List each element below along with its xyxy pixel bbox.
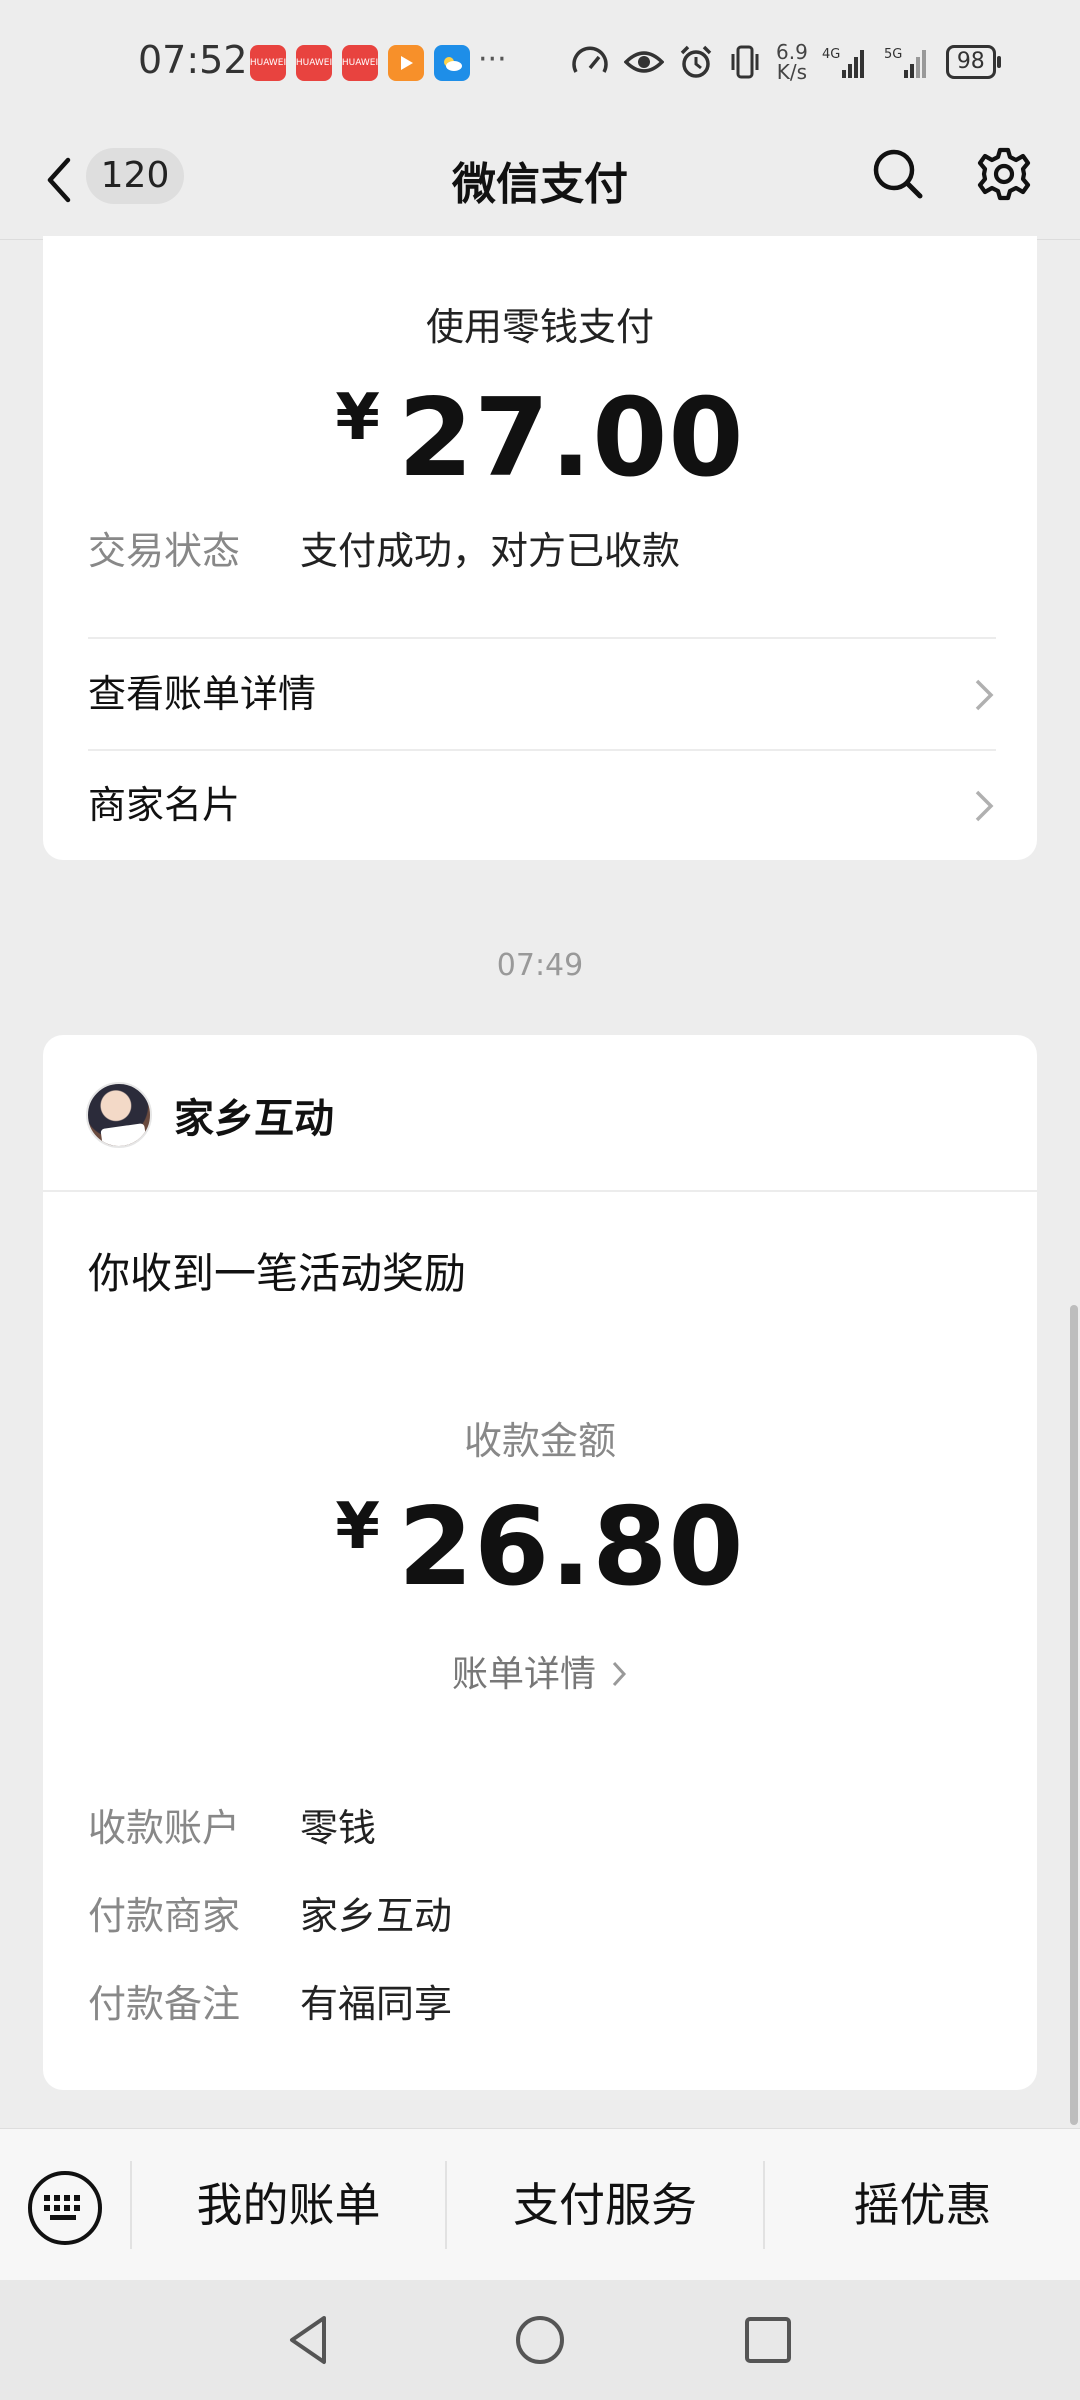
vibrate-icon (731, 45, 759, 79)
info-label: 收款账户 (88, 1806, 241, 1850)
payment-method: 使用零钱支付 (425, 305, 654, 349)
info-row-merchant: 付款商家 家乡互动 (88, 1885, 452, 1940)
scrollbar[interactable] (1070, 1305, 1078, 2125)
amount-value: 27.00 (397, 376, 745, 501)
status-value: 支付成功，对方已收款 (300, 529, 681, 573)
info-value: 零钱 (300, 1806, 377, 1850)
merchant-card-link[interactable]: 商家名片 (88, 750, 996, 860)
info-value: 有福同享 (300, 1982, 453, 2026)
bottom-menu-bar: 我的账单 支付服务 摇优惠 (0, 2128, 1080, 2280)
signal-5g-icon: 5G (884, 47, 926, 78)
system-navigation-bar (0, 2280, 1080, 2400)
message-timestamp: 07:49 (496, 948, 584, 983)
link-label: 账单详情 (451, 1654, 596, 1695)
nav-home-icon[interactable] (510, 2310, 570, 2370)
network-speed: 6.9 K/s (776, 40, 808, 84)
chevron-right-icon (975, 679, 994, 711)
svg-text:4G: 4G (822, 47, 840, 62)
info-label: 付款商家 (88, 1894, 241, 1938)
reward-card[interactable]: 家乡互动 你收到一笔活动奖励 收款金额 ¥26.80 账单详情 收款账户 零钱 付… (43, 1035, 1037, 2090)
info-label: 付款备注 (88, 1982, 241, 2026)
merchant-header[interactable]: 家乡互动 (86, 1080, 334, 1150)
info-row-remark: 付款备注 有福同享 (88, 1973, 452, 2028)
tab-payment-services[interactable]: 支付服务 (447, 2129, 763, 2281)
link-label: 查看账单详情 (88, 672, 317, 716)
gear-icon[interactable] (974, 144, 1034, 204)
bill-details-link[interactable]: 账单详情 (43, 1645, 1037, 1697)
info-value: 家乡互动 (300, 1894, 453, 1938)
status-indicators: 6.9 K/s 4G 5G 98 (570, 40, 1001, 84)
eye-icon (624, 51, 664, 73)
chevron-right-icon (975, 790, 994, 822)
view-bill-details-link[interactable]: 查看账单详情 (88, 639, 996, 749)
keyboard-icon (44, 2195, 80, 2220)
video-app-icon (388, 45, 424, 81)
nav-header: 120 微信支付 (0, 130, 1080, 240)
weather-app-icon (434, 45, 470, 81)
more-notifications-icon: ··· (478, 42, 507, 77)
amount-value: 26.80 (397, 1485, 745, 1610)
keyboard-toggle-button[interactable] (28, 2171, 102, 2245)
avatar (86, 1082, 152, 1148)
link-label: 商家名片 (88, 783, 241, 827)
amount-label: 收款金额 (463, 1419, 616, 1463)
huawei-app-icon: HUAWEI (296, 45, 332, 81)
payment-amount: ¥27.00 (43, 376, 1037, 501)
reward-amount: ¥26.80 (43, 1485, 1037, 1610)
nav-recents-icon[interactable] (738, 2310, 798, 2370)
currency-symbol: ¥ (335, 381, 380, 455)
svg-text:5G: 5G (884, 47, 902, 62)
merchant-name: 家乡互动 (174, 1096, 334, 1142)
notification-icons: HUAWEI HUAWEI HUAWEI (250, 45, 470, 81)
currency-symbol: ¥ (335, 1490, 380, 1564)
status-bar: 07:52 HUAWEI HUAWEI HUAWEI ··· 6.9 K/s 4G… (0, 0, 1080, 130)
speedometer-icon (572, 46, 608, 73)
huawei-app-icon: HUAWEI (342, 45, 378, 81)
clock: 07:52 (138, 38, 248, 82)
signal-4g-icon: 4G (822, 47, 864, 78)
tab-shake-deals[interactable]: 摇优惠 (765, 2129, 1080, 2281)
reward-headline: 你收到一笔活动奖励 (88, 1249, 467, 1298)
divider (43, 1190, 1037, 1192)
nav-back-icon[interactable] (280, 2310, 340, 2370)
battery-indicator: 98 (945, 45, 1001, 79)
payment-card: 使用零钱支付 ¥27.00 交易状态 支付成功，对方已收款 查看账单详情 商家名片 (43, 236, 1037, 860)
chevron-right-icon (612, 1661, 627, 1687)
info-row-account: 收款账户 零钱 (88, 1797, 376, 1852)
tab-my-bills[interactable]: 我的账单 (132, 2129, 445, 2281)
transaction-status: 交易状态 支付成功，对方已收款 (88, 520, 680, 575)
search-icon[interactable] (868, 144, 928, 204)
status-label: 交易状态 (88, 529, 241, 573)
huawei-app-icon: HUAWEI (250, 45, 286, 81)
alarm-icon (680, 45, 712, 78)
